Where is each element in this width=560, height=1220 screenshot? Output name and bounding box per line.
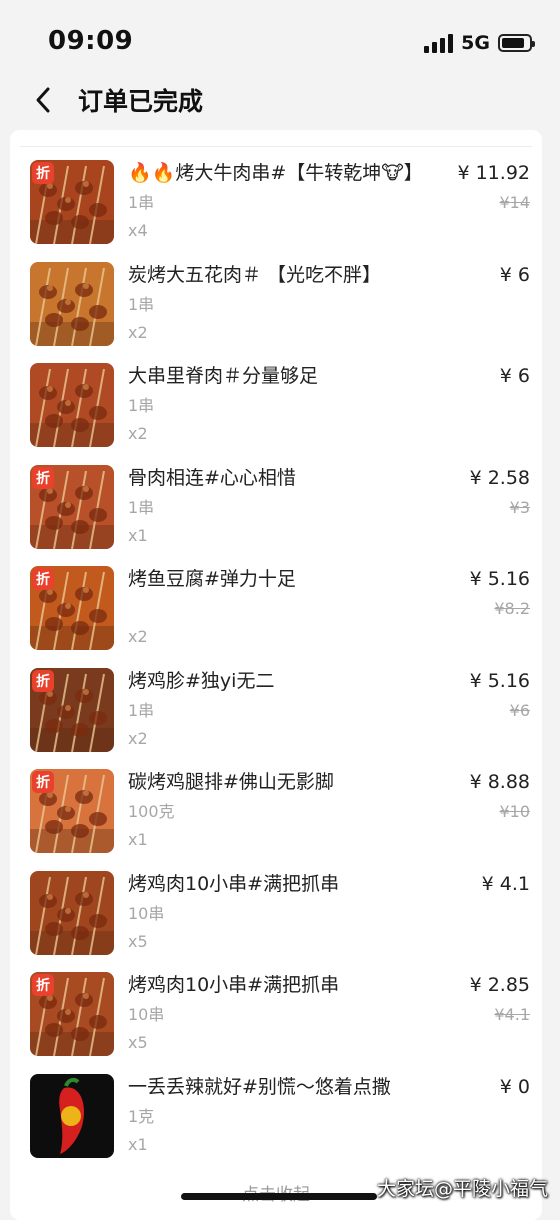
discount-badge: 折 [32, 974, 54, 996]
item-spec: 10串 [128, 903, 165, 923]
order-item[interactable]: 折 碳烤鸡腿排#佛山无影脚 100克 x1 ¥ 8.88 ¥10 [10, 769, 542, 865]
item-price: ¥ 4.1 [481, 872, 530, 895]
item-quantity: x1 [128, 525, 148, 545]
discount-badge: 折 [32, 771, 54, 793]
item-price: ¥ 2.85 [469, 974, 530, 996]
item-quantity: x2 [128, 322, 148, 342]
item-name: 烤鸡肉10小串#满把抓串 [128, 872, 340, 895]
item-spec: 1串 [128, 193, 155, 212]
item-thumbnail: 折 [30, 972, 114, 1056]
discount-badge: 折 [32, 162, 54, 184]
order-item[interactable]: 折 烤鱼豆腐#弹力十足 x2 ¥ 5.16 ¥8.2 [10, 566, 542, 662]
item-spec: 10串 [128, 1005, 165, 1024]
item-thumbnail: 折 [30, 160, 114, 244]
item-spec: 1克 [128, 1106, 155, 1126]
battery-level [502, 38, 525, 48]
order-item[interactable]: 折 烤鸡肉10小串#满把抓串 10串 x5 ¥ 2.85 ¥4.1 [10, 972, 542, 1068]
item-spec: 1串 [128, 294, 155, 314]
order-items-card: 折 🔥🔥烤大牛肉串#【牛转乾坤🐮】 1串 x4 ¥ 11.92 ¥14 炭烤大五花肉＃ 【光… [10, 130, 542, 1220]
item-price: ¥ 11.92 [457, 162, 530, 184]
status-bar: 09:09 5G [0, 0, 560, 80]
order-item[interactable]: 折 骨肉相连#心心相惜 1串 x1 ¥ 2.58 ¥3 [10, 464, 542, 561]
item-quantity: x1 [128, 830, 148, 849]
item-thumbnail: 折 [30, 667, 114, 752]
item-spec: 1串 [128, 700, 155, 720]
item-name: 烤鸡胗#独yi无二 [128, 669, 275, 692]
item-name: 烤鱼豆腐#弹力十足 [128, 568, 296, 590]
item-name: 骨肉相连#心心相惜 [128, 466, 296, 489]
item-price: ¥ 5.16 [469, 669, 530, 692]
status-time: 09:09 [48, 26, 134, 56]
item-quantity: x1 [128, 1134, 148, 1154]
chevron-left-icon [36, 87, 50, 113]
item-thumbnail [30, 870, 114, 955]
order-item[interactable]: 折 烤鸡胗#独yi无二 1串 x2 ¥ 5.16 ¥6 [10, 667, 542, 764]
status-indicators: 5G [424, 32, 535, 54]
discount-badge: 折 [32, 669, 54, 692]
battery-icon [498, 34, 535, 52]
network-type: 5G [461, 32, 490, 54]
discount-badge: 折 [32, 466, 54, 489]
item-name: 🔥🔥烤大牛肉串#【牛转乾坤🐮】 [128, 162, 423, 184]
page-title: 订单已完成 [78, 87, 204, 116]
item-name: 烤鸡肉10小串#满把抓串 [128, 974, 340, 996]
item-thumbnail [30, 363, 114, 447]
item-original-price: ¥6 [509, 700, 530, 720]
item-quantity: x2 [128, 728, 148, 748]
item-spec: 1串 [128, 497, 155, 517]
item-spec: 1串 [128, 396, 155, 415]
item-price: ¥ 2.58 [469, 466, 530, 489]
cellular-signal-icon [424, 33, 454, 53]
item-original-price: ¥4.1 [494, 1005, 530, 1024]
card-divider [20, 130, 532, 147]
item-quantity: x5 [128, 931, 148, 951]
item-spec: 100克 [128, 802, 175, 821]
back-button[interactable] [24, 80, 64, 120]
order-item[interactable]: 炭烤大五花肉＃ 【光吃不胖】 1串 x2 ¥ 6 [10, 261, 542, 358]
order-item[interactable]: 一丢丢辣就好#别慌～悠着点撒 1克 x1 ¥ 0 [10, 1073, 542, 1170]
item-quantity: x5 [128, 1033, 148, 1052]
item-name: 碳烤鸡腿排#佛山无影脚 [128, 771, 334, 793]
discount-badge: 折 [32, 568, 54, 590]
order-item[interactable]: 烤鸡肉10小串#满把抓串 10串 x5 ¥ 4.1 [10, 870, 542, 967]
item-name: 大串里脊肉＃分量够足 [128, 365, 319, 387]
item-quantity: x2 [128, 627, 148, 646]
item-name: 一丢丢辣就好#别慌～悠着点撒 [128, 1075, 391, 1098]
nav-bar: 订单已完成 [0, 80, 560, 130]
item-name: 炭烤大五花肉＃ 【光吃不胖】 [128, 263, 382, 286]
item-thumbnail: 折 [30, 464, 114, 549]
home-indicator [181, 1193, 377, 1200]
item-thumbnail [30, 261, 114, 346]
item-price: ¥ 6 [499, 263, 530, 286]
item-quantity: x2 [128, 424, 148, 443]
watermark: 大家坛@平陵小福气 [376, 1178, 548, 1200]
order-item[interactable]: 大串里脊肉＃分量够足 1串 x2 ¥ 6 [10, 363, 542, 459]
item-quantity: x4 [128, 221, 148, 240]
item-original-price: ¥8.2 [494, 599, 530, 618]
item-price: ¥ 0 [499, 1075, 530, 1098]
item-original-price: ¥10 [499, 802, 530, 821]
item-thumbnail [30, 1073, 114, 1158]
item-price: ¥ 6 [499, 365, 530, 387]
item-thumbnail: 折 [30, 566, 114, 650]
item-price: ¥ 5.16 [469, 568, 530, 590]
item-thumbnail: 折 [30, 769, 114, 853]
item-price: ¥ 8.88 [469, 771, 530, 793]
order-item[interactable]: 折 🔥🔥烤大牛肉串#【牛转乾坤🐮】 1串 x4 ¥ 11.92 ¥14 [10, 160, 542, 256]
item-original-price: ¥14 [499, 193, 530, 212]
item-original-price: ¥3 [509, 497, 530, 517]
